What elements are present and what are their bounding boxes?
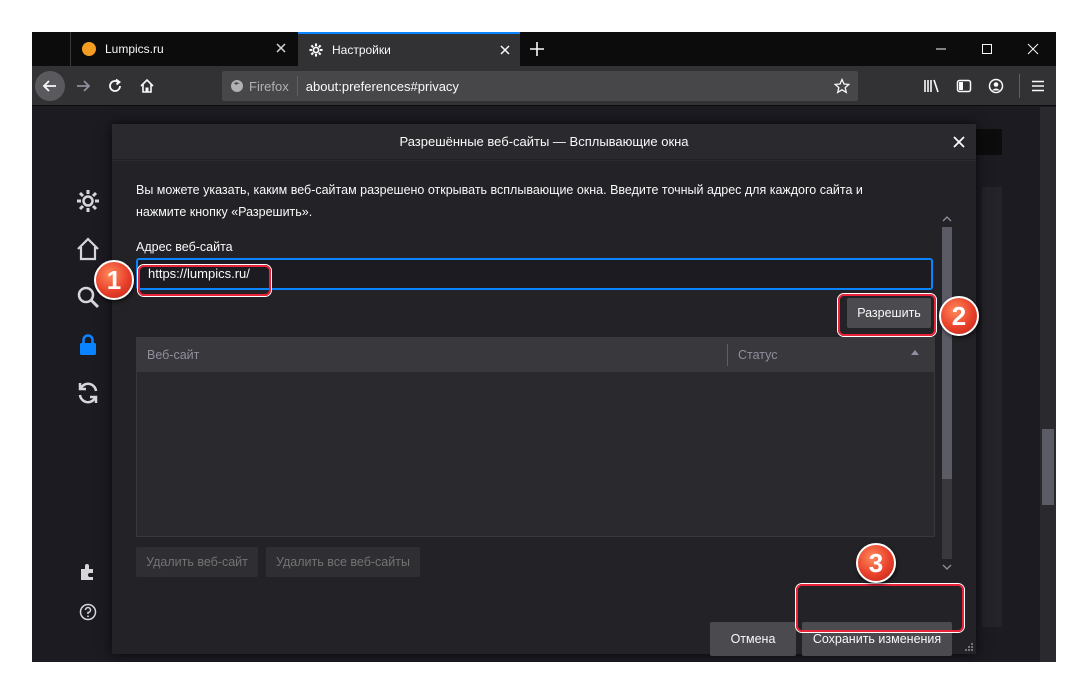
intro-line: нажмите кнопку «Разрешить».: [136, 205, 313, 219]
step-badge-1: 1: [94, 260, 134, 300]
highlight-save-button: [796, 584, 964, 632]
home-icon[interactable]: [76, 237, 100, 261]
sync-icon[interactable]: [76, 381, 100, 405]
cancel-button[interactable]: Отмена: [710, 622, 796, 656]
highlight-address-input: [138, 265, 271, 296]
help-icon[interactable]: [79, 603, 97, 621]
minimize-button[interactable]: [918, 32, 964, 66]
library-button[interactable]: [922, 76, 942, 96]
home-button[interactable]: [132, 71, 162, 101]
close-icon[interactable]: [950, 133, 968, 151]
account-icon: [988, 78, 1004, 94]
page-scrollbar[interactable]: [1040, 107, 1056, 662]
highlight-allow-button: [838, 294, 936, 336]
url-bar[interactable]: Firefox about:preferences#privacy: [222, 71, 858, 101]
arrow-left-icon: [42, 80, 56, 92]
table-header: Веб-сайт Статус: [137, 338, 934, 372]
tab-settings[interactable]: Настройки: [298, 32, 520, 66]
url-text[interactable]: about:preferences#privacy: [306, 79, 459, 94]
intro-line: Вы можете указать, каким веб-сайтам разр…: [136, 183, 863, 197]
column-header-website[interactable]: Веб-сайт: [147, 348, 199, 362]
step-badge-3: 3: [856, 543, 896, 583]
reload-icon: [109, 78, 121, 92]
minimize-icon: [936, 48, 946, 50]
tab-strip: Lumpics.ru Настройки: [32, 32, 1056, 66]
lock-icon[interactable]: [76, 333, 100, 357]
browser-window: Lumpics.ru Настройки Firefox about:prefe…: [32, 32, 1056, 662]
address-label: Адрес веб-сайта: [136, 240, 233, 254]
lumpics-favicon-icon: [82, 42, 96, 56]
navigation-toolbar: Firefox about:preferences#privacy: [32, 66, 1056, 106]
hamburger-menu-icon: [1032, 80, 1044, 92]
close-icon: [1027, 43, 1039, 55]
dialog-scrollbar[interactable]: [938, 213, 956, 573]
reload-button[interactable]: [100, 71, 130, 101]
sort-up-icon: [911, 350, 919, 355]
column-separator: [727, 344, 728, 366]
scrollbar-thumb[interactable]: [942, 227, 952, 479]
maximize-icon: [982, 44, 992, 54]
gear-icon: [308, 42, 324, 58]
tab-title: Настройки: [332, 43, 391, 57]
search-box-fragment: [972, 129, 1002, 155]
remove-all-sites-button[interactable]: Удалить все веб-сайты: [266, 547, 420, 577]
close-window-button[interactable]: [1010, 32, 1056, 66]
firefox-icon: [231, 80, 243, 92]
close-tab-icon[interactable]: [274, 41, 288, 55]
sites-table: Веб-сайт Статус: [136, 337, 935, 537]
identity-label: Firefox: [249, 78, 289, 94]
content-fragment: [982, 187, 1002, 627]
account-button[interactable]: [986, 76, 1006, 96]
tab-title: Lumpics.ru: [105, 42, 164, 56]
page-scrollbar-thumb[interactable]: [1042, 429, 1054, 505]
gear-icon[interactable]: [76, 189, 100, 213]
menu-button[interactable]: [1028, 76, 1048, 96]
arrow-right-icon: [77, 80, 91, 92]
bookmark-star-icon[interactable]: [834, 78, 850, 94]
scroll-up-icon[interactable]: [942, 215, 952, 223]
back-button[interactable]: [35, 71, 65, 101]
permissions-dialog: Разрешённые веб-сайты — Всплывающие окна…: [112, 124, 976, 656]
scroll-down-icon[interactable]: [942, 563, 952, 571]
resize-grip-icon[interactable]: [964, 642, 974, 652]
close-tab-icon[interactable]: [498, 43, 512, 57]
forward-button[interactable]: [68, 71, 98, 101]
new-tab-icon[interactable]: [526, 38, 548, 60]
step-badge-2: 2: [939, 296, 979, 336]
remove-site-button[interactable]: Удалить веб-сайт: [136, 547, 258, 577]
column-header-status[interactable]: Статус: [738, 348, 778, 362]
puzzle-icon[interactable]: [79, 563, 97, 581]
home-icon: [140, 78, 154, 93]
library-icon: [924, 79, 939, 93]
toolbar-separator: [1019, 74, 1020, 98]
sidebar-icon: [956, 79, 972, 93]
identity-box[interactable]: Firefox: [222, 76, 298, 96]
dialog-title: Разрешённые веб-сайты — Всплывающие окна: [112, 124, 976, 160]
sidebar-button[interactable]: [954, 76, 974, 96]
maximize-button[interactable]: [964, 32, 1010, 66]
dialog-intro: Вы можете указать, каким веб-сайтам разр…: [136, 179, 926, 223]
dialog-body: Вы можете указать, каким веб-сайтам разр…: [112, 161, 976, 656]
tab-lumpics[interactable]: Lumpics.ru: [70, 32, 296, 66]
